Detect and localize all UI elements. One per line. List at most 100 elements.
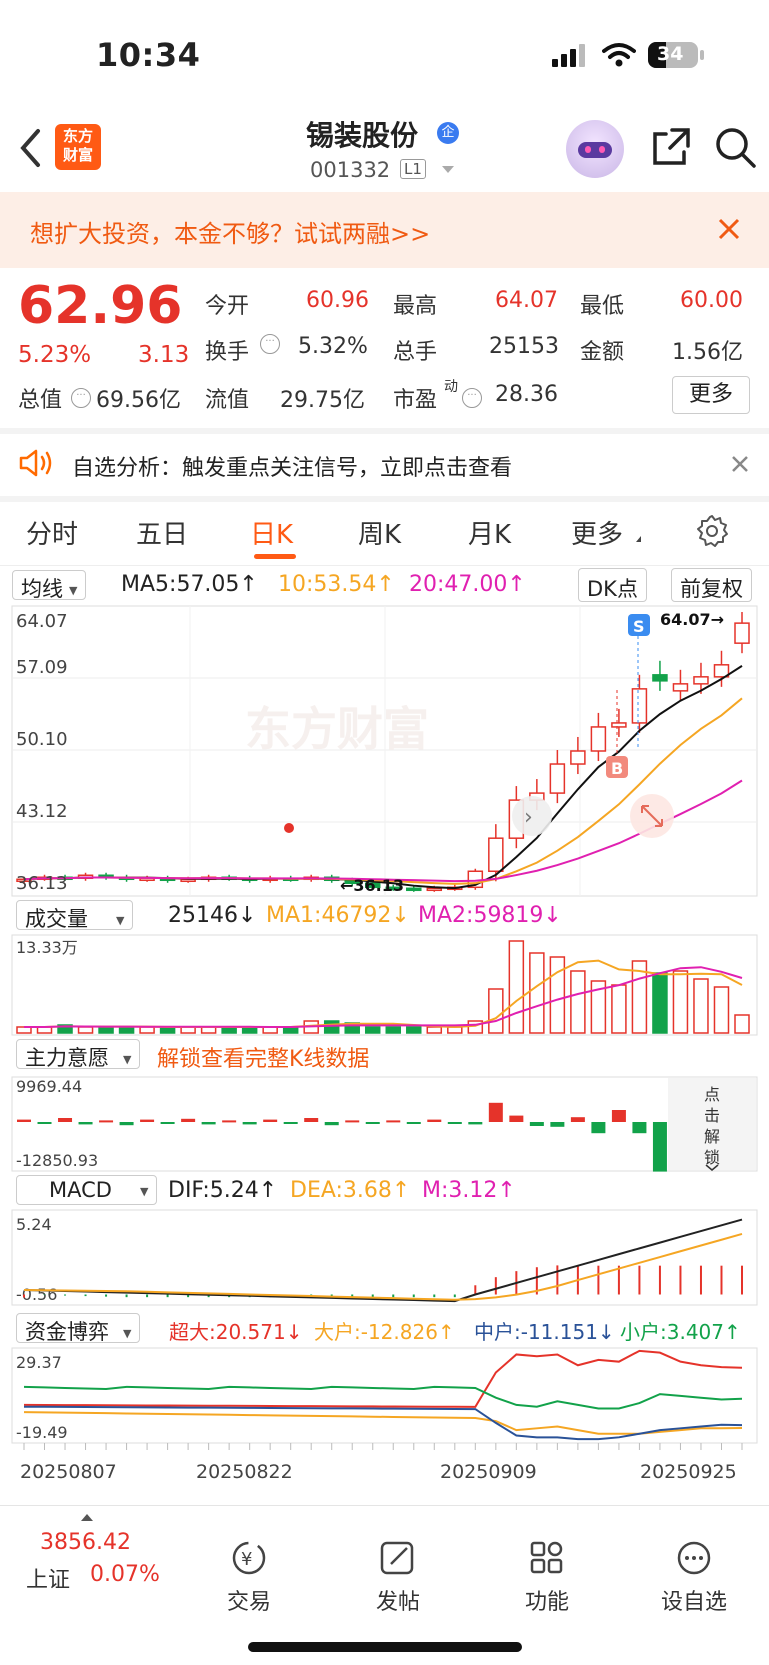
x-axis-label: 20250909 [440,1461,537,1483]
analysis-notice[interactable]: 自选分析：触发重点关注信号，立即点击查看 [0,430,769,496]
banner-text[interactable]: 想扩大投资，本金不够？试试两融>> [30,214,430,249]
main-force-bars [17,1102,667,1172]
volume-bar [323,1020,340,1034]
back-icon[interactable] [18,128,44,168]
tab-weekly-k[interactable]: 周K [358,514,401,551]
index-change[interactable]: 0.07% [90,1562,160,1587]
price-axis-3: 50.10 [16,729,68,750]
share-icon[interactable] [650,126,692,168]
macd-axis-max: 5.24 [16,1215,52,1234]
margin-promo-banner[interactable]: 想扩大投资，本金不够？试试两融>> [0,192,769,268]
main-force-bar [345,1120,360,1123]
last-price: 62.96 [18,276,183,336]
dif-line [23,1218,743,1303]
index-value[interactable]: 3856.42 [40,1530,131,1555]
dropdown-arrow-icon: ▼ [69,583,78,597]
gear-icon[interactable] [695,514,729,548]
turnover-info-icon[interactable]: ··· [260,334,280,354]
tab-five-day[interactable]: 五日 [136,514,188,551]
volume-axis-max: 13.33万 [16,938,78,957]
volume-bar [734,1014,750,1034]
main-force-bar [488,1102,503,1122]
main-force-bar [611,1110,626,1122]
main-force-bar [263,1119,278,1122]
main-force-bar [17,1119,31,1122]
indicator-select[interactable]: 均线 ▼ [12,570,87,601]
ma10-value: 10:53.54↑ [278,572,395,597]
main-force-bar [468,1122,483,1125]
macd-select[interactable]: MACD ▼ [16,1175,158,1205]
turnover-value: 5.32% [298,334,368,359]
volume-bar [426,1026,443,1034]
ma20-line [23,779,743,883]
index-name[interactable]: 上证 [26,1562,70,1594]
main-force-select[interactable]: 主力意愿 ▼ [16,1039,141,1070]
watermark: 东方财富 [245,702,429,756]
tab-daily-k[interactable]: 日K [250,514,293,551]
post-label: 发帖 [375,1590,420,1615]
float-value: 29.75亿 [280,388,365,413]
add-watchlist-button[interactable]: 设自选 [644,1540,744,1616]
notice-text[interactable]: 自选分析：触发重点关注信号，立即点击查看 [72,450,512,482]
fund-select[interactable]: 资金博弈 ▼ [16,1313,141,1344]
open-label: 今开 [205,294,250,319]
function-button[interactable]: 功能 [497,1540,597,1616]
dk-label: DK点 [587,577,638,601]
more-button[interactable]: 更多 [672,376,750,414]
unlock-hint[interactable]: 解锁查看完整K线数据 [157,1041,369,1073]
chevron-down-icon[interactable] [442,166,454,173]
ma5-value: MA5:57.05↑ [121,572,258,597]
fund-frame [11,1347,758,1444]
speaker-icon [19,449,52,477]
robot-avatar-icon[interactable] [566,120,624,178]
candle-body [693,676,709,685]
quote-panel: 62.96 5.23% 3.13 总值 ··· 69.56亿 今开 60.96 … [0,268,769,428]
more-dots-icon [677,1541,711,1575]
wifi-icon [602,43,636,67]
main-force-bar [652,1122,667,1172]
tab-monthly-k[interactable]: 月K [468,514,511,551]
volume-indicator-select[interactable]: 成交量 ▼ [16,900,134,931]
macd-axis-min: -0.56 [16,1285,57,1304]
candle-body [570,750,586,765]
adjust-label: 前复权 [680,577,743,601]
close-icon[interactable] [718,218,740,240]
x-axis-ticks [23,1443,743,1450]
volume-bars [16,940,750,1034]
fund-large: 大户:-12.826↑ [314,1320,455,1344]
open-value: 60.96 [306,288,369,313]
volume-ma1: MA1:46792↓ [266,903,410,928]
main-force-bar [140,1119,155,1122]
fund-axis-max: 29.37 [16,1353,62,1372]
trade-icon: ¥ [232,1541,266,1575]
main-force-bar [365,1122,380,1124]
main-force-bar [324,1122,339,1126]
adjust-button[interactable]: 前复权 [671,568,752,602]
volume-indicator-label: 成交量 [25,907,88,931]
trade-button[interactable]: ¥ 交易 [199,1540,299,1616]
tab-timeshare[interactable]: 分时 [26,514,78,551]
unlock-char: 点 [704,1085,720,1104]
dk-point-button[interactable]: DK点 [578,568,647,602]
pe-info-icon[interactable]: ··· [462,388,482,408]
app-logo[interactable]: 东方 财富 [55,124,101,170]
level-badge[interactable]: L1 [400,159,426,179]
main-force-label: 主力意愿 [25,1046,109,1070]
high-label: 最高 [393,294,438,319]
close-icon[interactable] [731,455,749,473]
macd-label: MACD [49,1178,112,1202]
tab-more[interactable]: 更多 [571,514,623,551]
candle-body [590,726,607,752]
main-force-bar [591,1122,606,1134]
volume-bar [77,1026,94,1034]
search-icon[interactable] [714,126,758,170]
post-button[interactable]: 发帖 [348,1540,448,1616]
high-value: 64.07 [495,288,558,313]
more-info-icon[interactable]: ··· [71,388,91,408]
status-bar: 10:34 34 [0,0,769,110]
float-label: 流值 [205,388,250,413]
tab-indicator [254,554,296,559]
expand-up-icon[interactable] [81,1514,93,1521]
amount-value: 1.56亿 [672,340,743,365]
main-force-bar [160,1122,175,1124]
